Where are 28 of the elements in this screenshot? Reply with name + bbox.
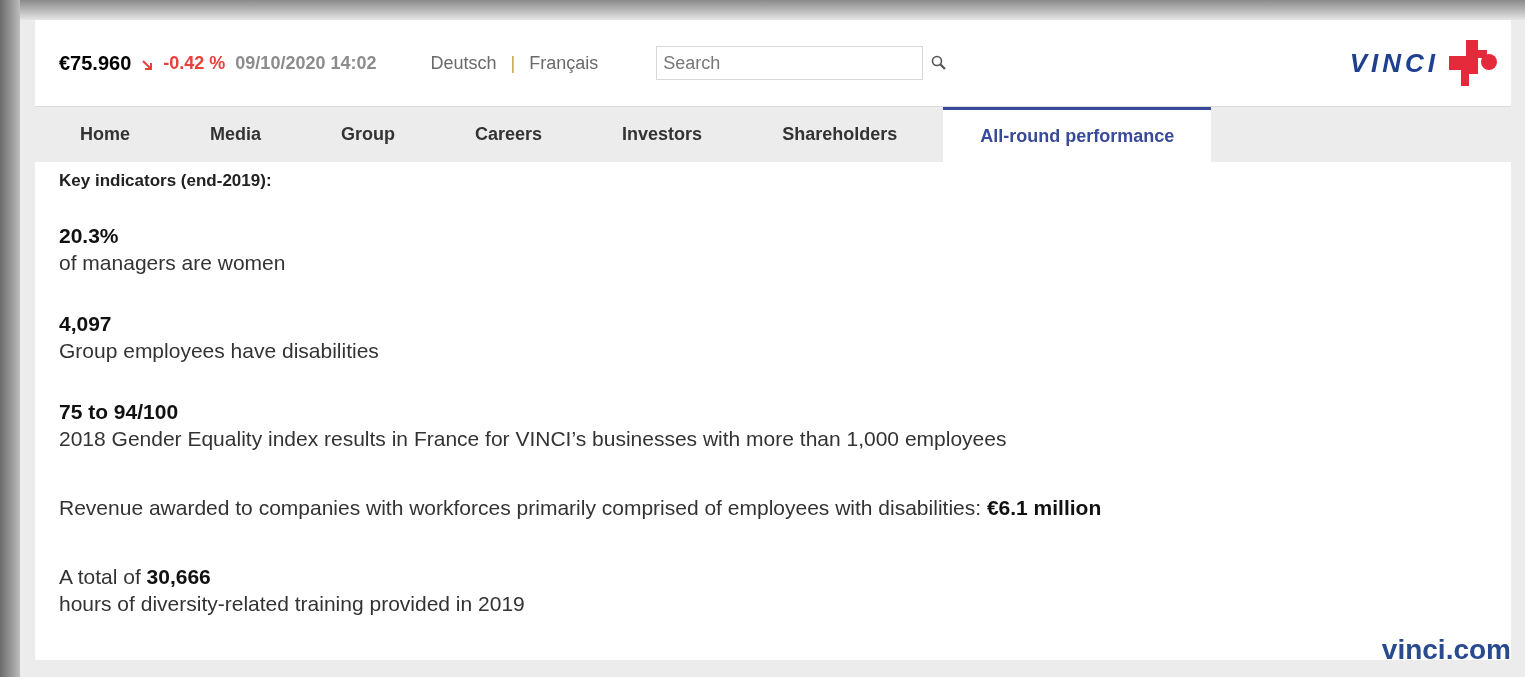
search-field[interactable]: Search bbox=[656, 46, 924, 80]
stat-value: 20.3% bbox=[59, 222, 120, 249]
stat-caption: 2018 Gender Equality index results in France for VINCI’s businesses with more than 1,000 employees bbox=[59, 425, 1008, 452]
language-separator: | bbox=[510, 51, 516, 75]
stat-caption: of managers are women bbox=[59, 249, 287, 276]
logo-wordmark: VINCI bbox=[1349, 46, 1439, 80]
nav-tab[interactable]: Careers bbox=[441, 107, 577, 162]
language-link[interactable]: Français bbox=[529, 49, 599, 77]
nav-tab[interactable]: Media bbox=[176, 107, 296, 162]
source-caption: vinci.com bbox=[1381, 636, 1511, 664]
nav-tab[interactable]: All-round performance bbox=[943, 107, 1212, 162]
stat-value: 4,097 bbox=[59, 310, 113, 337]
nav-tab[interactable]: Investors bbox=[588, 107, 737, 162]
price-timestamp: 09/10/2020 14:02 bbox=[235, 51, 377, 75]
nav-tab[interactable]: Group bbox=[307, 107, 430, 162]
language-link[interactable]: Deutsch bbox=[430, 49, 497, 77]
stat-sentence: A total of 30,666 bbox=[59, 563, 212, 590]
price-change: -0.42 % bbox=[163, 51, 226, 75]
stat-caption: Group employees have disabilities bbox=[59, 337, 380, 364]
nav-tab[interactable]: Home bbox=[46, 107, 164, 162]
stat-sentence: Revenue awarded to companies with workforces primarily comprised of employees with disabilities: €6.1 million bbox=[59, 494, 1103, 521]
stat-value: 75 to 94/100 bbox=[59, 398, 180, 425]
logo-cross-icon bbox=[1449, 40, 1497, 86]
nav-tab[interactable]: Shareholders bbox=[748, 107, 932, 162]
search-icon[interactable] bbox=[931, 55, 948, 71]
share-price: €75.960 bbox=[59, 51, 132, 76]
stat-caption: hours of diversity-related training provided in 2019 bbox=[59, 590, 526, 617]
section-heading: Key indicators (end-2019): bbox=[59, 170, 273, 192]
